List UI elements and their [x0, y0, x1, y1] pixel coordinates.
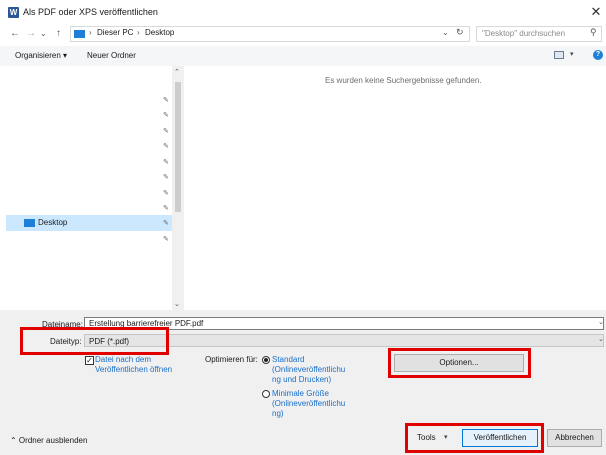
- new-folder-button[interactable]: Neuer Ordner: [87, 51, 136, 60]
- search-placeholder: "Desktop" durchsuchen: [482, 29, 566, 38]
- scroll-down-icon[interactable]: ⌄: [174, 300, 180, 308]
- minimal-size-radio[interactable]: [262, 390, 270, 398]
- organize-button[interactable]: Organisieren ▾: [15, 51, 67, 60]
- empty-results-message: Es wurden keine Suchergebnisse gefunden.: [325, 76, 482, 85]
- up-arrow-icon[interactable]: ↑: [56, 26, 61, 42]
- pin-icon[interactable]: ✎: [163, 142, 169, 150]
- open-after-publish-label[interactable]: Datei nach dem Veröffentlichen öffnen: [95, 355, 172, 375]
- view-dropdown-icon[interactable]: ▾: [570, 50, 574, 58]
- open-after-publish-line: Datei nach dem: [95, 355, 152, 364]
- breadcrumb-separator: ›: [89, 28, 92, 37]
- breadcrumb-desktop[interactable]: Desktop: [145, 28, 174, 37]
- minimal-line: Minimale Größe: [272, 389, 329, 398]
- navigation-pane: [0, 66, 184, 310]
- help-icon[interactable]: ?: [593, 50, 603, 60]
- recent-locations-icon[interactable]: ⌄: [40, 26, 47, 42]
- desktop-folder-icon: [24, 219, 35, 227]
- highlight-box-options: [388, 348, 531, 378]
- pin-icon[interactable]: ✎: [163, 235, 169, 243]
- open-after-publish-checkbox[interactable]: ✓: [85, 356, 94, 365]
- highlight-box-filetype: [20, 327, 169, 355]
- pin-icon[interactable]: ✎: [163, 204, 169, 212]
- computer-icon: [74, 30, 85, 38]
- breadcrumb-this-pc[interactable]: Dieser PC: [97, 28, 133, 37]
- highlight-box-publish: [405, 423, 544, 453]
- minimal-line: (Onlineveröffentlichu: [272, 399, 346, 408]
- standard-option-label[interactable]: Standard (Onlineveröffentlichu ng und Dr…: [272, 355, 345, 385]
- pin-icon[interactable]: ✎: [163, 127, 169, 135]
- pin-icon[interactable]: ✎: [163, 158, 169, 166]
- optimize-for-label: Optimieren für:: [205, 355, 258, 364]
- forward-arrow-icon[interactable]: →: [26, 26, 36, 42]
- minimal-line: ng): [272, 409, 284, 418]
- filetype-dropdown-icon[interactable]: ⌄: [598, 335, 604, 343]
- pin-icon[interactable]: ✎: [163, 111, 169, 119]
- breadcrumb-separator: ›: [137, 28, 140, 37]
- sidebar-item-label: Desktop: [38, 218, 68, 227]
- window-title: Als PDF oder XPS veröffentlichen: [23, 7, 158, 17]
- cancel-button[interactable]: Abbrechen: [547, 429, 602, 447]
- pin-icon[interactable]: ✎: [163, 189, 169, 197]
- address-dropdown-icon[interactable]: ⌄: [442, 28, 449, 37]
- standard-line: (Onlineveröffentlichu: [272, 365, 346, 374]
- standard-line: ng und Drucken): [272, 375, 332, 384]
- back-arrow-icon[interactable]: ←: [10, 26, 20, 42]
- filename-dropdown-icon[interactable]: ⌄: [598, 318, 604, 326]
- scroll-up-icon[interactable]: ⌃: [174, 68, 180, 76]
- close-icon[interactable]: ✕: [588, 3, 604, 21]
- radio-selected-dot: [264, 358, 268, 362]
- open-after-publish-line: Veröffentlichen öffnen: [95, 365, 173, 374]
- word-app-icon: W: [8, 7, 19, 18]
- pin-icon[interactable]: ✎: [163, 96, 169, 104]
- search-icon[interactable]: ⚲: [590, 27, 597, 38]
- pin-icon[interactable]: ✎: [163, 219, 169, 227]
- refresh-icon[interactable]: ↻: [456, 27, 464, 38]
- hide-folders-button[interactable]: ⌃ Ordner ausblenden: [10, 436, 87, 445]
- minimal-size-option-label[interactable]: Minimale Größe (Onlineveröffentlichu ng): [272, 389, 345, 419]
- scrollbar-thumb[interactable]: [175, 82, 181, 212]
- view-options-icon[interactable]: [554, 51, 564, 59]
- pin-icon[interactable]: ✎: [163, 173, 169, 181]
- standard-line: Standard: [272, 355, 305, 364]
